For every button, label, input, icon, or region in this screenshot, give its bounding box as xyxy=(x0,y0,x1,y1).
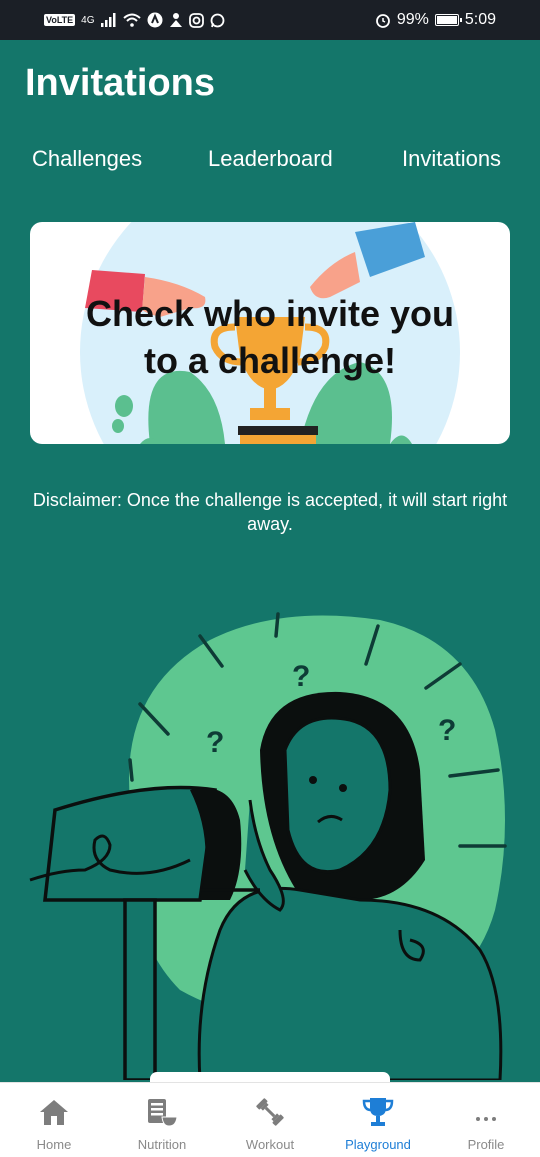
tab-invitations[interactable]: Invitations xyxy=(402,146,501,172)
nav-label-playground: Playground xyxy=(345,1137,411,1152)
bottom-navigation: Home Nutrition Workout Playground Profil… xyxy=(0,1082,540,1157)
nav-item-profile[interactable]: Profile xyxy=(432,1083,540,1157)
more-icon xyxy=(469,1095,503,1129)
nav-label-workout: Workout xyxy=(245,1137,295,1152)
banner-headline: Check who invite you to a challenge! xyxy=(30,290,510,384)
battery-percent: 99% xyxy=(396,11,429,28)
nav-item-playground[interactable]: Playground xyxy=(324,1083,432,1157)
status-left: VoLTE 4G xyxy=(44,12,225,28)
tab-challenges[interactable]: Challenges xyxy=(32,146,142,172)
disclaimer-text: Disclaimer: Once the challenge is accept… xyxy=(32,490,508,534)
nav-item-workout[interactable]: Workout xyxy=(216,1083,324,1157)
signal-icon xyxy=(100,13,116,27)
svg-text:?: ? xyxy=(292,660,310,693)
invite-banner: Check who invite you to a challenge! xyxy=(30,222,510,444)
dumbbell-icon xyxy=(253,1095,287,1129)
nav-item-home[interactable]: Home xyxy=(0,1083,108,1157)
alarm-icon xyxy=(375,14,390,28)
nav-item-nutrition[interactable]: Nutrition xyxy=(108,1083,216,1157)
svg-text:?: ? xyxy=(438,714,456,747)
trophy-icon xyxy=(361,1095,395,1129)
nutrition-icon xyxy=(145,1095,179,1129)
banner-headline-line1: Check who invite you xyxy=(85,293,455,334)
nav-label-profile: Profile xyxy=(467,1137,505,1152)
nav-label-nutrition: Nutrition xyxy=(137,1137,187,1152)
wifi-icon xyxy=(122,13,141,27)
page-title: Invitations xyxy=(25,62,216,104)
battery-icon xyxy=(434,14,462,26)
battery-level xyxy=(436,16,457,24)
tab-leaderboard[interactable]: Leaderboard xyxy=(208,146,333,172)
tab-bar: Challenges Leaderboard Invitations xyxy=(0,146,540,176)
status-right: 99% 5:09 xyxy=(375,11,496,29)
volte-badge: VoLTE xyxy=(44,14,76,26)
app-notification-icon xyxy=(169,13,182,27)
waiting-person-illustration: ? ? ? xyxy=(29,612,507,1080)
navigation-app-icon xyxy=(147,12,163,28)
network-type: 4G xyxy=(81,14,95,26)
svg-text:?: ? xyxy=(206,726,224,759)
home-icon xyxy=(37,1095,71,1129)
nav-label-home: Home xyxy=(36,1137,72,1152)
status-bar: VoLTE 4G 99% 5:09 xyxy=(0,0,540,40)
whatsapp-icon xyxy=(210,13,224,27)
instagram-icon xyxy=(188,12,204,28)
banner-headline-line2: to a challenge! xyxy=(143,340,397,381)
clock: 5:09 xyxy=(464,11,496,28)
